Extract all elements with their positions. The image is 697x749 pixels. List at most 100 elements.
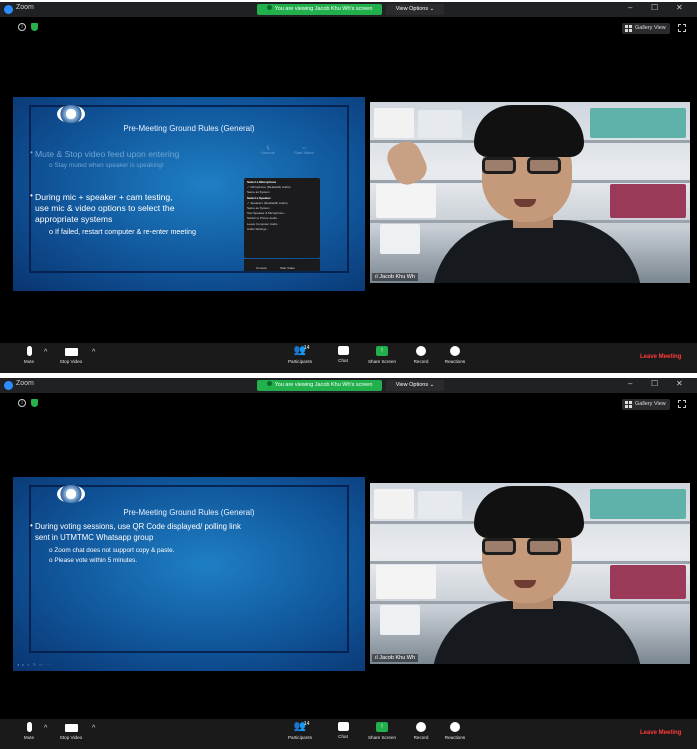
fullscreen-icon[interactable] <box>678 24 686 32</box>
security-shield-icon[interactable] <box>31 399 38 407</box>
share-screen-button[interactable]: ↑ Share Screen <box>364 722 400 740</box>
slide-title: Pre-Meeting Ground Rules (General) <box>123 508 255 517</box>
minimize-icon[interactable]: – <box>628 379 632 388</box>
slide-subbullet: o Stay muted when speaker is speaking! <box>49 162 164 169</box>
product <box>590 489 686 519</box>
share-banner-text: You are viewing Jacob Khu Wh's screen <box>274 382 373 388</box>
shared-slide: Pre-Meeting Ground Rules (General) • Mut… <box>13 97 365 291</box>
participant-video: ıl Jacob Khu Wh <box>370 483 690 664</box>
chat-button[interactable]: Chat <box>334 722 352 739</box>
participant-name-tag: ıl Jacob Khu Wh <box>372 654 419 662</box>
reactions-button[interactable]: Reactions <box>440 346 470 364</box>
slide-navigation-controls: ◂ ▸ ⌕ ✎ ▭ ⋯ <box>17 662 51 667</box>
title-bar: Zoom You are viewing Jacob Khu Wh's scre… <box>0 2 697 17</box>
leave-meeting-button[interactable]: Leave Meeting <box>640 730 681 736</box>
product <box>374 489 414 519</box>
zoom-app-icon <box>4 5 13 14</box>
participants-count: 14 <box>304 721 310 727</box>
product <box>380 605 420 635</box>
audio-options-caret-icon[interactable]: ^ <box>44 349 47 356</box>
gallery-view-button[interactable]: Gallery View <box>622 23 670 34</box>
stop-video-button[interactable]: Stop Video <box>56 722 86 740</box>
app-title: Zoom <box>16 4 34 11</box>
glasses <box>527 538 561 555</box>
reactions-icon <box>450 722 460 732</box>
bullet-icon: • <box>30 191 33 200</box>
meeting-toolbar: Mute ^ Stop Video ^ 👥 14 Participants Chat… <box>0 343 697 373</box>
slide-subbullet: o Zoom chat does not support copy & past… <box>49 547 175 554</box>
zoom-window-top: Zoom You are viewing Jacob Khu Wh's scre… <box>0 2 697 373</box>
leave-meeting-button[interactable]: Leave Meeting <box>640 354 681 360</box>
title-bar: Zoom You are viewing Jacob Khu Wh's scre… <box>0 378 697 393</box>
slide-bullet-cont: use mic & video options to select the <box>35 203 175 213</box>
glasses <box>482 538 516 555</box>
stop-video-button[interactable]: Stop Video <box>56 346 86 364</box>
person-shirt <box>432 601 642 664</box>
gallery-view-button[interactable]: Gallery View <box>622 399 670 410</box>
product <box>610 184 686 218</box>
record-button[interactable]: Record <box>410 346 432 364</box>
product <box>376 184 436 218</box>
participant-name-tag: ıl Jacob Khu Wh <box>372 273 419 281</box>
camera-icon <box>64 724 78 732</box>
product <box>418 110 462 138</box>
reactions-button[interactable]: Reactions <box>440 722 470 740</box>
product <box>376 565 436 599</box>
slide-audio-menu-illustration: Select a Microphone ✓ Microphone (Realte… <box>244 178 320 258</box>
maximize-icon[interactable]: ☐ <box>651 3 658 12</box>
product <box>374 108 414 138</box>
chat-button[interactable]: Chat <box>334 346 352 363</box>
slide-bullet: During voting sessions, use QR Code disp… <box>35 522 241 531</box>
product <box>590 108 686 138</box>
bullet-icon: • <box>30 148 33 157</box>
close-icon[interactable]: ✕ <box>676 379 683 388</box>
person-shirt <box>432 220 642 283</box>
zoom-app-icon <box>4 381 13 390</box>
record-icon <box>416 346 426 356</box>
share-banner-text: You are viewing Jacob Khu Wh's screen <box>274 6 373 12</box>
fullscreen-icon[interactable] <box>678 400 686 408</box>
screen-share-banner: You are viewing Jacob Khu Wh's screen <box>257 4 382 15</box>
slide-bullet-cont: sent in UTMTMC Whatsapp group <box>35 533 154 542</box>
audio-options-caret-icon[interactable]: ^ <box>44 725 47 732</box>
participant-video: ıl Jacob Khu Wh <box>370 102 690 283</box>
participants-button[interactable]: 👥 14 Participants <box>282 721 318 740</box>
meeting-info-icon[interactable]: i <box>18 23 26 31</box>
meeting-info-icon[interactable]: i <box>18 399 26 407</box>
close-icon[interactable]: ✕ <box>676 3 683 12</box>
video-options-caret-icon[interactable]: ^ <box>92 349 95 356</box>
slide-subbullet: o If failed, restart computer & re-enter… <box>49 227 197 236</box>
popup-line: Audio Settings... <box>247 226 269 231</box>
video-options-caret-icon[interactable]: ^ <box>92 725 95 732</box>
share-indicator-icon <box>266 381 272 386</box>
person-hair <box>474 105 584 157</box>
slide-bullet: During mic + speaker + cam testing, <box>35 192 173 202</box>
product <box>418 491 462 519</box>
mute-button[interactable]: Mute <box>18 346 40 364</box>
minimize-icon[interactable]: – <box>628 3 632 12</box>
slide-subbullet: o Please vote within 5 minutes. <box>49 557 138 564</box>
view-options-button[interactable]: View Options ⌄ <box>386 4 444 15</box>
share-indicator-icon <box>266 5 272 10</box>
slide-bullet: Mute & Stop video feed upon entering <box>35 149 180 159</box>
participants-button[interactable]: 👥 14 Participants <box>282 345 318 364</box>
security-shield-icon[interactable] <box>31 23 38 31</box>
microphone-icon <box>26 346 32 356</box>
share-screen-icon: ↑ <box>376 346 388 356</box>
grid-icon <box>625 25 632 32</box>
slide-title: Pre-Meeting Ground Rules (General) <box>123 124 255 133</box>
record-icon <box>416 722 426 732</box>
product <box>610 565 686 599</box>
slide-toolbar-illustration: Unmute Start Video <box>244 259 320 271</box>
share-screen-button[interactable]: ↑ Share Screen <box>364 346 400 364</box>
record-button[interactable]: Record <box>410 722 432 740</box>
share-screen-icon: ↑ <box>376 722 388 732</box>
maximize-icon[interactable]: ☐ <box>651 379 658 388</box>
product <box>380 224 420 254</box>
chat-icon <box>337 346 349 355</box>
app-title: Zoom <box>16 380 34 387</box>
bullet-icon: • <box>30 521 33 530</box>
meeting-toolbar: Mute ^ Stop Video ^ 👥 14 Participants Chat… <box>0 719 697 749</box>
view-options-button[interactable]: View Options ⌄ <box>386 380 444 391</box>
mute-button[interactable]: Mute <box>18 722 40 740</box>
